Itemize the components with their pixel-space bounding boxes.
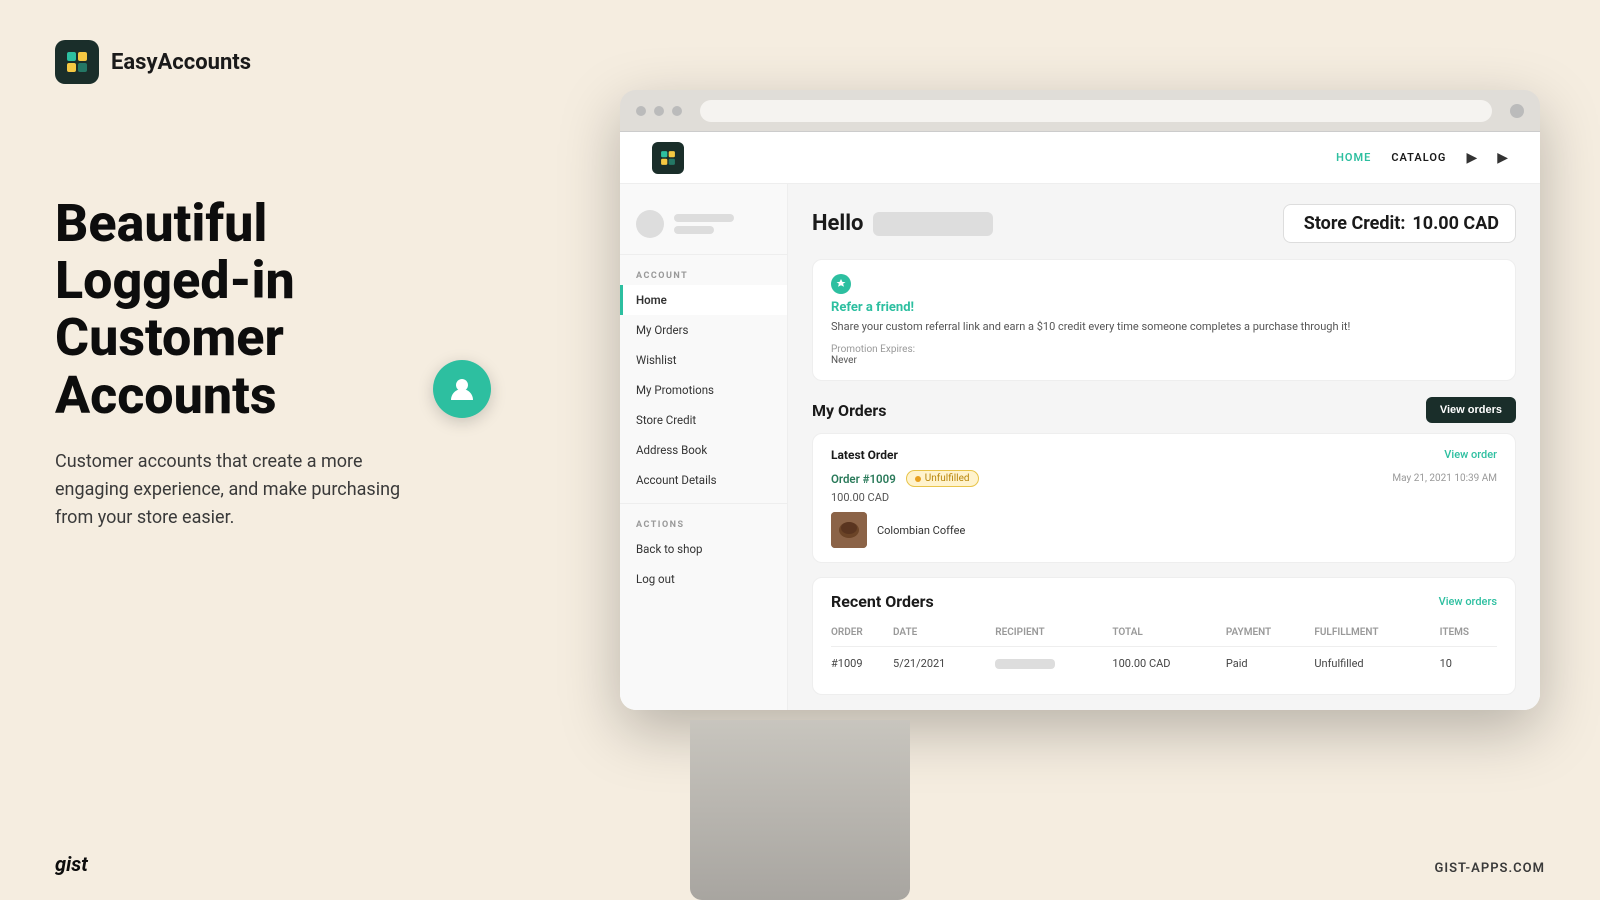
col-date: DATE: [893, 621, 995, 647]
row-date: 5/21/2021: [893, 647, 995, 681]
actions-section-label: ACTIONS: [620, 512, 787, 534]
order-amount: 100.00 CAD: [831, 491, 1497, 504]
latest-order-header: Latest Order View order: [831, 448, 1497, 462]
table-row: #1009 5/21/2021 100.00 CAD Paid Unfulfil…: [831, 647, 1497, 681]
nav-home[interactable]: HOME: [1336, 151, 1371, 164]
sidebar-item-address-book[interactable]: Address Book: [620, 435, 787, 465]
store-nav: HOME CATALOG ▶ ▶: [1336, 150, 1508, 166]
latest-order-title: Latest Order: [831, 448, 898, 462]
hello-name-placeholder: [873, 212, 993, 236]
hello-label: Hello: [812, 211, 863, 236]
recipient-placeholder: [995, 659, 1055, 669]
floating-avatar: [433, 360, 491, 418]
view-orders-button[interactable]: View orders: [1426, 397, 1516, 423]
order-number: Order #1009: [831, 472, 896, 486]
recent-orders-title: Recent Orders: [831, 592, 934, 611]
order-date: May 21, 2021 10:39 AM: [1392, 473, 1497, 484]
sidebar-user-line-2: [674, 226, 714, 234]
store-logo: [652, 142, 684, 174]
footer-brand-right: GIST-APPS.COM: [1434, 861, 1545, 876]
recent-orders-card: Recent Orders View orders ORDER DATE REC…: [812, 577, 1516, 695]
my-orders-title: My Orders: [812, 401, 887, 420]
order-status-text: Unfulfilled: [925, 473, 970, 484]
referral-icon: [831, 274, 851, 294]
orders-table: ORDER DATE RECIPIENT TOTAL PAYMENT FULFI…: [831, 621, 1497, 680]
latest-order-card: Latest Order View order Order #1009 Unfu…: [812, 433, 1516, 563]
referral-title: Refer a friend!: [831, 300, 1497, 315]
store-page: HOME CATALOG ▶ ▶ ACCOUNT Home My Or: [620, 132, 1540, 710]
view-order-link[interactable]: View order: [1444, 448, 1497, 462]
browser-menu-icon: [1510, 104, 1524, 118]
order-product-name: Colombian Coffee: [877, 524, 965, 537]
hero-section: BeautifulLogged-inCustomerAccounts Custo…: [55, 195, 435, 531]
sidebar-divider: [620, 503, 787, 504]
browser-chrome: [620, 90, 1540, 132]
browser-dot-1: [636, 106, 646, 116]
sidebar-user-line-1: [674, 214, 734, 222]
referral-card: Refer a friend! Share your custom referr…: [812, 259, 1516, 381]
brand-name: EasyAccounts: [111, 50, 251, 75]
sidebar-item-wishlist[interactable]: Wishlist: [620, 345, 787, 375]
store-credit-label: Store Credit:: [1304, 213, 1406, 234]
row-total: 100.00 CAD: [1112, 647, 1225, 681]
order-status-badge: Unfulfilled: [906, 470, 979, 487]
referral-desc: Share your custom referral link and earn…: [831, 319, 1497, 334]
order-product-image: [831, 512, 867, 548]
sidebar-item-account-details[interactable]: Account Details: [620, 465, 787, 495]
browser-window: HOME CATALOG ▶ ▶ ACCOUNT Home My Or: [620, 90, 1540, 710]
sidebar: ACCOUNT Home My Orders Wishlist My Promo…: [620, 184, 788, 710]
recent-orders-view-link[interactable]: View orders: [1439, 595, 1497, 608]
referral-expires-value: Never: [831, 355, 1497, 366]
monitor-stand: [690, 720, 910, 900]
browser-addressbar: [700, 100, 1492, 122]
col-recipient: RECIPIENT: [995, 621, 1112, 647]
col-order: ORDER: [831, 621, 893, 647]
brand-logo: EasyAccounts: [55, 40, 251, 84]
store-header: HOME CATALOG ▶ ▶: [620, 132, 1540, 184]
row-fulfillment: Unfulfilled: [1314, 647, 1439, 681]
col-total: TOTAL: [1112, 621, 1225, 647]
sidebar-avatar: [636, 210, 664, 238]
row-recipient: [995, 647, 1112, 681]
nav-catalog[interactable]: CATALOG: [1391, 151, 1446, 164]
sidebar-item-store-credit[interactable]: Store Credit: [620, 405, 787, 435]
hero-title: BeautifulLogged-inCustomerAccounts: [55, 195, 435, 424]
col-items: ITEMS: [1440, 621, 1497, 647]
col-payment: PAYMENT: [1226, 621, 1315, 647]
col-fulfillment: FULFILLMENT: [1314, 621, 1439, 647]
store-credit-badge: Store Credit: 10.00 CAD: [1283, 204, 1516, 243]
sidebar-item-promotions[interactable]: My Promotions: [620, 375, 787, 405]
order-status-dot: [915, 476, 921, 482]
row-order: #1009: [831, 647, 893, 681]
brand-logo-icon: [55, 40, 99, 84]
store-main: ACCOUNT Home My Orders Wishlist My Promo…: [620, 184, 1540, 710]
browser-dot-3: [672, 106, 682, 116]
hello-bar: Hello Store Credit: 10.00 CAD: [812, 204, 1516, 243]
hero-subtitle: Customer accounts that create a more eng…: [55, 448, 435, 532]
sidebar-item-log-out[interactable]: Log out: [620, 564, 787, 594]
store-credit-value: 10.00 CAD: [1412, 213, 1499, 234]
cart-nav-icon[interactable]: ▶: [1497, 150, 1508, 166]
user-nav-icon[interactable]: ▶: [1466, 150, 1477, 166]
content-panel: Hello Store Credit: 10.00 CAD: [788, 184, 1540, 710]
sidebar-user: [620, 200, 787, 255]
my-orders-header: My Orders View orders: [812, 397, 1516, 423]
referral-expires-label: Promotion Expires:: [831, 344, 1497, 355]
footer-brand-left: gist: [55, 852, 88, 876]
order-meta: Order #1009 Unfulfilled May 21, 2021 10:…: [831, 470, 1497, 487]
row-payment: Paid: [1226, 647, 1315, 681]
hello-text: Hello: [812, 211, 993, 236]
recent-orders-header: Recent Orders View orders: [831, 592, 1497, 611]
order-product: Colombian Coffee: [831, 512, 1497, 548]
sidebar-item-orders[interactable]: My Orders: [620, 315, 787, 345]
account-section-label: ACCOUNT: [620, 263, 787, 285]
row-items: 10: [1440, 647, 1497, 681]
sidebar-item-home[interactable]: Home: [620, 285, 787, 315]
sidebar-item-back-to-shop[interactable]: Back to shop: [620, 534, 787, 564]
sidebar-user-info: [674, 214, 734, 234]
browser-dot-2: [654, 106, 664, 116]
